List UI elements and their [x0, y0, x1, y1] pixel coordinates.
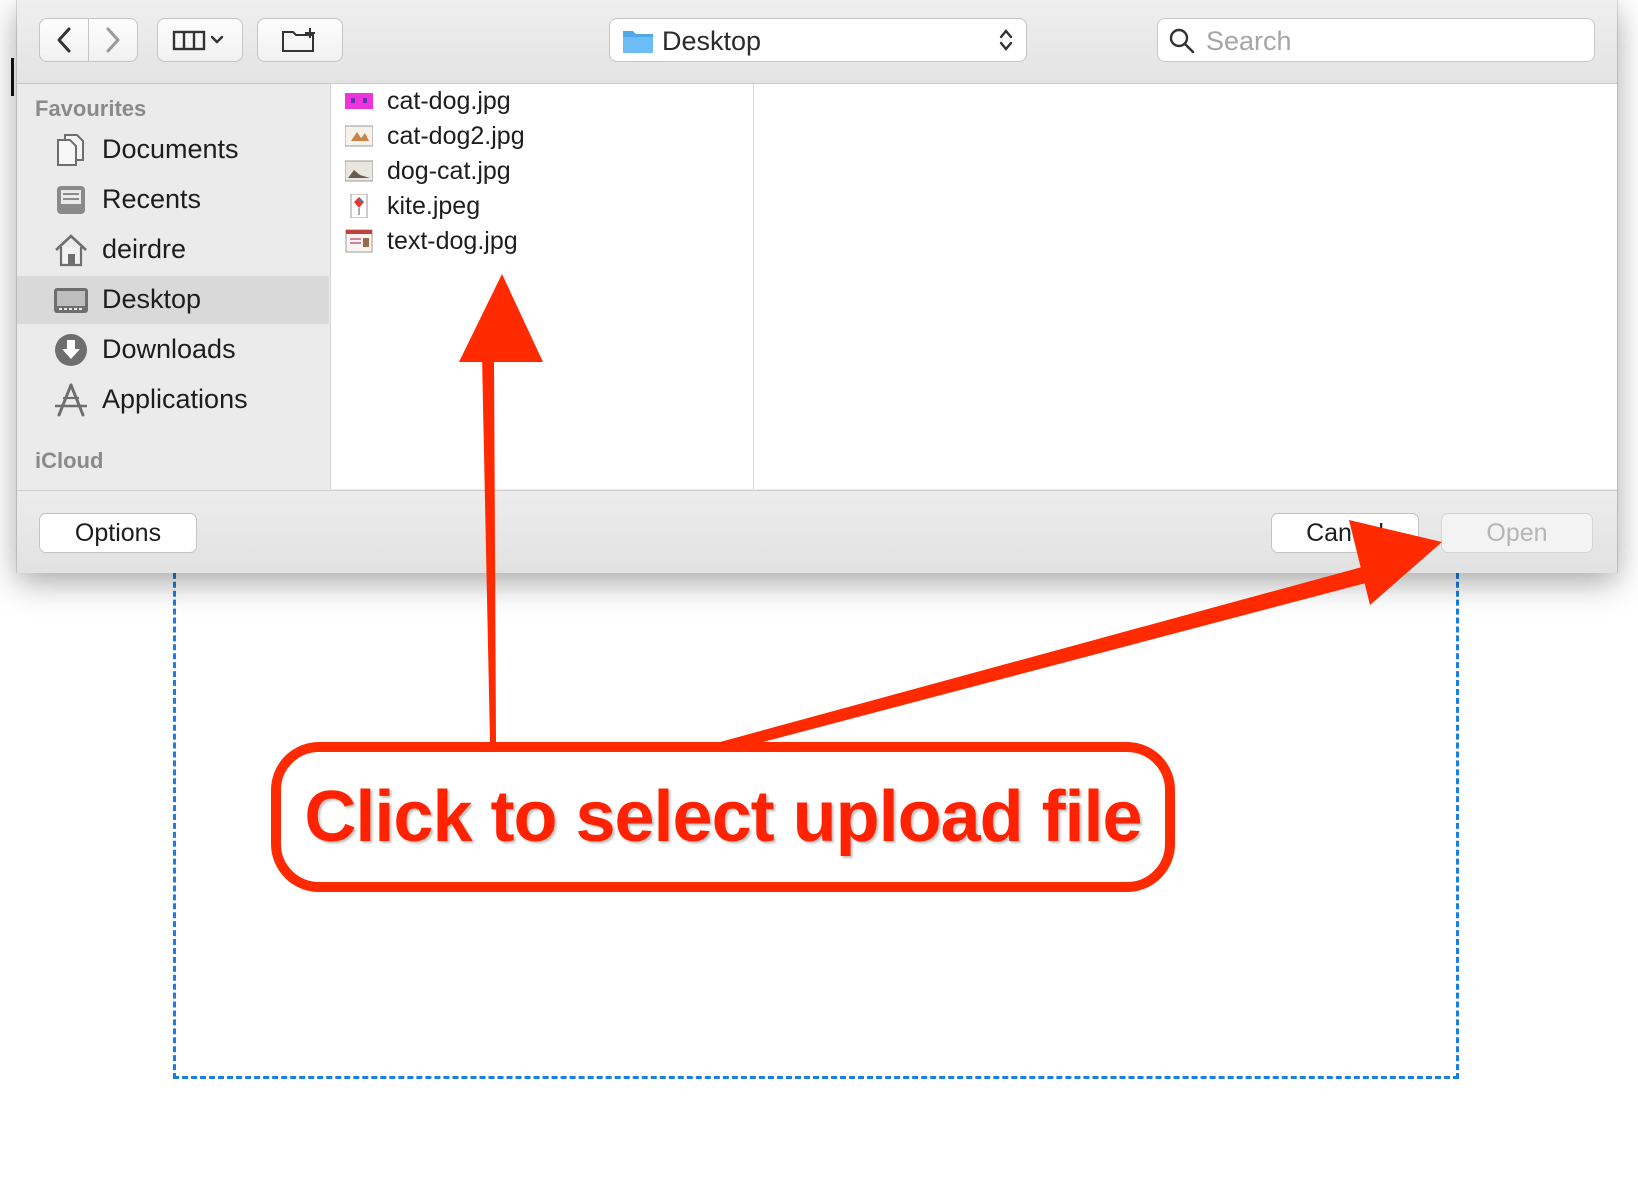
sidebar-item-label: Recents [102, 184, 202, 214]
location-popup[interactable]: Desktop [609, 18, 1027, 62]
sidebar-item-label: Downloads [102, 334, 236, 364]
new-folder-icon [282, 28, 315, 52]
file-list: cat-dog.jpg cat-dog2.jpg dog-cat.jpg kit… [330, 84, 754, 489]
file-row-cat-dog[interactable]: cat-dog.jpg [331, 84, 751, 120]
sidebar-item-desktop[interactable]: Desktop [17, 276, 329, 324]
search-field[interactable]: Search [1157, 18, 1595, 62]
cancel-button[interactable]: Cancel [1271, 513, 1419, 553]
favourites-heading: Favourites [35, 96, 147, 121]
sidebar-item-documents[interactable]: Documents [17, 126, 329, 174]
dialog-bottom-bar: Options Cancel Open [17, 490, 1617, 573]
new-folder-button[interactable] [257, 18, 343, 62]
image-file-icon [345, 160, 373, 182]
image-file-icon [345, 93, 373, 109]
chevron-left-icon [57, 27, 71, 53]
icloud-heading: iCloud [35, 448, 104, 473]
home-icon [55, 234, 87, 267]
view-mode-button[interactable] [157, 18, 243, 62]
file-row-text-dog[interactable]: text-dog.jpg [331, 224, 751, 260]
sidebar-item-downloads[interactable]: Downloads [17, 326, 329, 374]
back-button[interactable] [39, 18, 89, 62]
options-button[interactable]: Options [39, 513, 197, 553]
text-cursor [11, 58, 14, 96]
file-row-kite[interactable]: kite.jpeg [331, 189, 751, 225]
image-file-icon [350, 194, 368, 218]
recents-icon [57, 186, 85, 214]
file-name: cat-dog2.jpg [387, 122, 525, 150]
documents-icon [57, 134, 84, 166]
forward-button[interactable] [88, 18, 138, 62]
sidebar-item-label: Applications [102, 384, 248, 414]
location-label: Desktop [662, 26, 762, 56]
dialog-toolbar: Desktop Search [17, 0, 1617, 84]
image-file-icon [345, 229, 373, 253]
open-button[interactable]: Open [1441, 513, 1593, 553]
file-name: kite.jpeg [387, 192, 481, 220]
search-icon [1169, 28, 1195, 54]
sidebar-item-label: Documents [102, 134, 239, 164]
file-name: cat-dog.jpg [387, 87, 511, 115]
applications-icon [55, 383, 87, 417]
sidebar-item-label: deirdre [102, 234, 187, 264]
up-down-chevron-icon [999, 29, 1013, 51]
folder-icon [623, 31, 653, 53]
annotation-text: Click to select upload file [304, 777, 1142, 857]
file-row-cat-dog2[interactable]: cat-dog2.jpg [331, 119, 751, 155]
downloads-icon [55, 334, 87, 366]
sidebar-item-applications[interactable]: Applications [17, 376, 329, 424]
sidebar-item-recents[interactable]: Recents [17, 176, 329, 224]
file-name: text-dog.jpg [387, 227, 518, 255]
chevron-right-icon [106, 27, 120, 53]
desktop-icon [54, 288, 88, 313]
column-view-icon [172, 30, 224, 51]
file-name: dog-cat.jpg [387, 157, 511, 185]
sidebar: Favourites Documents Recents deirdre Des… [17, 84, 329, 489]
file-open-dialog: Desktop Search Favourites Documents Rece… [17, 0, 1617, 573]
image-file-icon [345, 125, 373, 147]
search-placeholder: Search [1206, 26, 1292, 56]
preview-pane [754, 84, 1617, 489]
sidebar-item-label: Desktop [102, 284, 202, 314]
annotation-callout: Click to select upload file [271, 742, 1175, 892]
sidebar-item-deirdre[interactable]: deirdre [17, 226, 329, 274]
file-row-dog-cat[interactable]: dog-cat.jpg [331, 154, 751, 190]
